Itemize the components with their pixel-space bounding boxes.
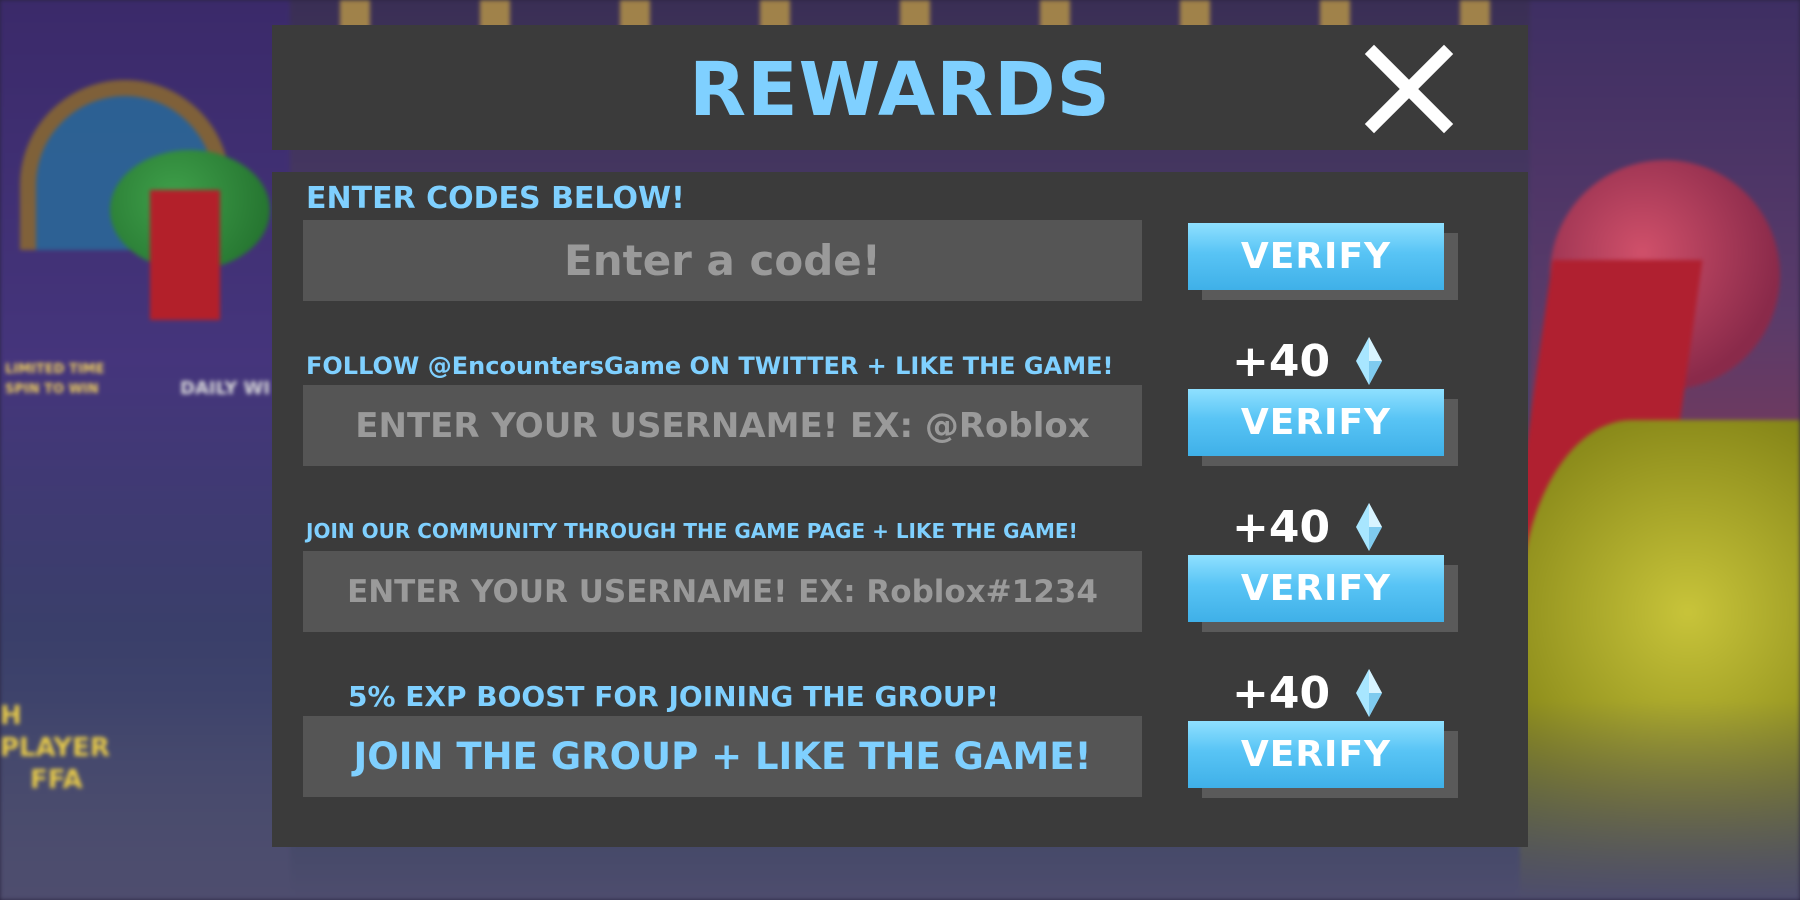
group-reward: +40 [1232,667,1383,719]
background-sign-ffa: H PLAYER FFA [0,700,140,795]
rewards-title-container: REWARDS [272,30,1528,150]
community-verify-container: VERIFY [1188,555,1458,635]
group-verify-container: VERIFY [1188,721,1458,801]
twitter-verify-button[interactable]: VERIFY [1188,389,1444,456]
background-sign-text: H PLAYER [0,701,110,763]
community-reward: +40 [1232,501,1383,553]
twitter-username-input[interactable]: ENTER YOUR USERNAME! EX: @Roblox [303,385,1142,466]
group-verify-button[interactable]: VERIFY [1188,721,1444,788]
community-reward-amount: +40 [1232,501,1331,553]
background-sign-text: SPIN TO WIN [5,382,99,397]
code-input[interactable]: Enter a code! [303,220,1142,301]
diamond-gem-icon [1356,669,1383,717]
codes-verify-button[interactable]: VERIFY [1188,223,1444,290]
rewards-title: REWARDS [689,47,1111,133]
diamond-gem-icon [1356,503,1383,551]
twitter-label: FOLLOW @EncountersGame ON TWITTER + LIKE… [306,352,1114,380]
twitter-reward: +40 [1232,335,1383,387]
community-verify-button[interactable]: VERIFY [1188,555,1444,622]
group-label: 5% EXP BOOST FOR JOINING THE GROUP! [348,680,999,713]
community-username-input[interactable]: ENTER YOUR USERNAME! EX: Roblox#1234 [303,551,1142,632]
twitter-verify-container: VERIFY [1188,389,1458,469]
background-red-pillar [150,190,220,320]
join-group-link[interactable]: JOIN THE GROUP + LIKE THE GAME! [303,716,1142,797]
background-sign-text: LIMITED TIME [5,362,105,377]
diamond-gem-icon [1356,337,1383,385]
community-label: JOIN OUR COMMUNITY THROUGH THE GAME PAGE… [306,519,1078,543]
group-reward-amount: +40 [1232,667,1331,719]
background-sign-text: FFA [30,765,83,795]
codes-label: ENTER CODES BELOW! [306,181,685,216]
background-sign-limited: LIMITED TIME SPIN TO WIN [5,360,104,400]
close-button[interactable] [1362,42,1456,136]
codes-verify-container: VERIFY [1188,223,1458,303]
twitter-reward-amount: +40 [1232,335,1331,387]
background-sign-daily: DAILY WI [180,378,271,399]
close-icon [1364,44,1454,134]
